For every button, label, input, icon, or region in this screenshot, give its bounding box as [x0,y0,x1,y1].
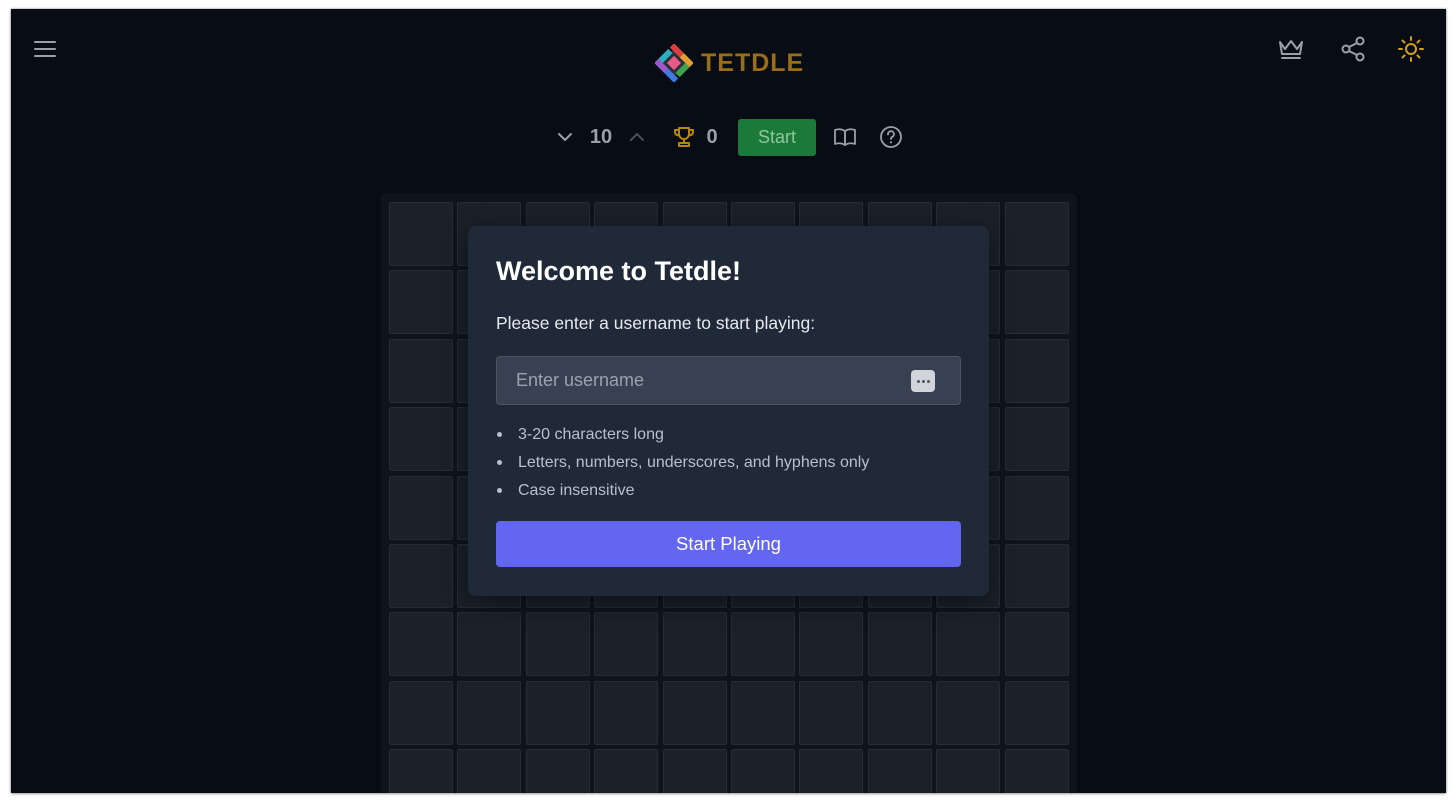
board-cell [1004,270,1069,335]
rule-item: 3-20 characters long [496,424,869,452]
level-up-button[interactable] [625,119,649,155]
chevron-down-icon [558,133,572,141]
app-title: TETDLE [701,48,805,77]
board-cell [1004,475,1069,540]
board-cell [730,612,795,677]
level-value: 10 [589,125,613,148]
board-cell [1004,543,1069,608]
password-manager-icon[interactable] [911,370,935,392]
menu-button[interactable] [31,35,59,63]
trophy-icon [671,119,697,155]
board-cell [389,749,453,793]
board-cell [389,270,453,335]
board-cell [799,749,864,793]
board-cell [662,749,727,793]
help-button[interactable] [877,119,905,155]
logo[interactable]: TETDLE [655,43,804,83]
start-button[interactable]: Start [738,119,816,156]
board-cell [799,612,864,677]
board-cell [389,338,453,403]
board-cell [1004,338,1069,403]
start-playing-button[interactable]: Start Playing [496,521,961,567]
username-rules: 3-20 characters long Letters, numbers, un… [496,424,869,508]
board-cell [936,612,1001,677]
board-cell [525,749,590,793]
board-cell [389,407,453,472]
board-cell [867,612,932,677]
rules-button[interactable] [831,119,859,155]
share-button[interactable] [1337,33,1369,65]
board-cell [662,612,727,677]
rule-item: Letters, numbers, underscores, and hyphe… [496,452,869,480]
leaderboard-button[interactable] [1275,33,1307,65]
level-down-button[interactable] [553,119,577,155]
board-cell [867,749,932,793]
chevron-up-icon [630,133,644,141]
app-window: TETDLE 10 0 Start Welcome to Tetdle! Ple… [11,9,1446,793]
share-icon [1341,36,1365,62]
crown-icon [1279,40,1303,59]
sun-icon [1398,36,1424,62]
book-icon [834,128,856,146]
board-cell [525,612,590,677]
modal-title: Welcome to Tetdle! [496,256,742,286]
board-cell [389,612,453,677]
board-cell [457,749,522,793]
theme-toggle-button[interactable] [1395,33,1427,65]
board-cell [730,749,795,793]
board-cell [389,202,453,266]
board-cell [867,680,932,745]
board-cell [389,475,453,540]
score-value: 0 [706,125,718,148]
board-cell [1004,749,1069,793]
board-cell [1004,680,1069,745]
board-cell [594,749,659,793]
username-field [496,356,961,405]
question-circle-icon [880,126,902,148]
board-cell [1004,202,1069,266]
game-controls: 10 0 Start [11,119,1446,156]
welcome-modal: Welcome to Tetdle! Please enter a userna… [468,226,989,596]
username-input[interactable] [497,357,960,404]
board-cell [389,543,453,608]
rule-item: Case insensitive [496,480,869,508]
board-cell [594,612,659,677]
board-cell [594,680,659,745]
board-cell [936,749,1001,793]
board-cell [525,680,590,745]
board-cell [799,680,864,745]
board-cell [662,680,727,745]
tetdle-logo-icon [655,44,693,82]
board-cell [1004,407,1069,472]
board-cell [389,680,453,745]
modal-subtitle: Please enter a username to start playing… [496,313,816,333]
menu-icon [34,41,56,57]
board-cell [730,680,795,745]
board-cell [457,680,522,745]
board-cell [1004,612,1069,677]
board-cell [457,612,522,677]
board-cell [936,680,1001,745]
